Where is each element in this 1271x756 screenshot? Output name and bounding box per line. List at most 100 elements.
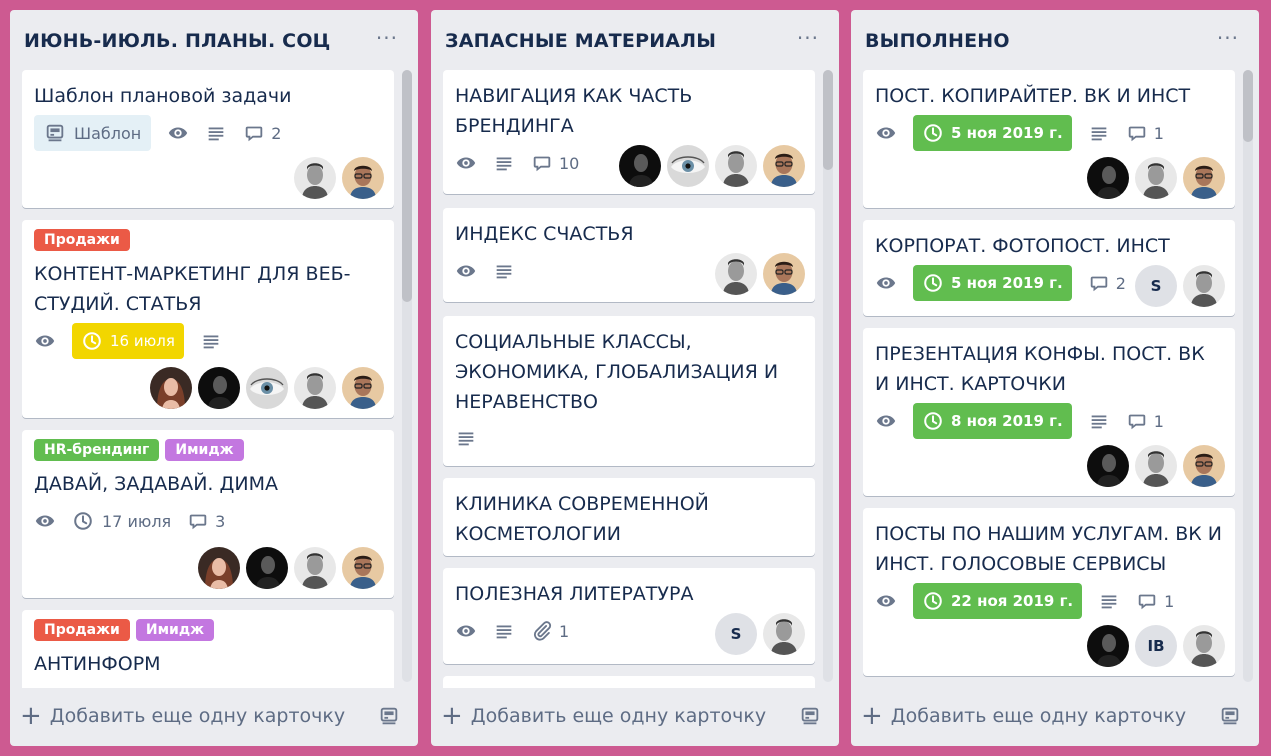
plus-icon: +	[861, 701, 883, 731]
avatar[interactable]	[198, 547, 240, 589]
more-icon[interactable]: ···	[1217, 28, 1239, 48]
card[interactable]: Продажи Имидж АНТИНФОРМ	[22, 610, 394, 688]
card[interactable]: ПОЛЕЗНАЯ ЛИТЕРАТУРА 1 S	[443, 568, 815, 664]
avatar[interactable]	[342, 157, 384, 199]
comments-badge: 2	[243, 122, 281, 144]
avatar[interactable]	[198, 367, 240, 409]
avatar[interactable]	[1135, 157, 1177, 199]
card[interactable]: ИНДЕКС СЧАСТЬЯ	[443, 208, 815, 302]
avatar[interactable]	[763, 145, 805, 187]
card-template-icon[interactable]	[1219, 705, 1241, 727]
template-badge: Шаблон	[34, 115, 152, 151]
plus-icon: +	[20, 701, 42, 731]
avatar[interactable]	[715, 253, 757, 295]
avatar[interactable]	[294, 157, 336, 199]
avatar[interactable]	[667, 145, 709, 187]
card[interactable]: ПОСТЫ ПО НАШИМ УСЛУГАМ. ВК И ИНСТ. ГОЛОС…	[863, 508, 1235, 676]
eye-icon	[875, 272, 897, 294]
avatar[interactable]	[1135, 445, 1177, 487]
list-plans: ИЮНЬ-ИЮЛЬ. ПЛАНЫ. СОЦ ··· Шаблон планово…	[10, 10, 418, 746]
comment-count: 1	[1153, 123, 1164, 143]
card[interactable]: КОРПОРАТ. ФОТОПОСТ. ИНСТ 5 ноя 2019 г. 2…	[863, 220, 1235, 316]
card-title: ПОСТ. КОПИРАЙТЕР. ВК И ИНСТ	[875, 85, 1191, 107]
card-members	[150, 367, 384, 409]
scrollbar-thumb[interactable]	[1243, 70, 1253, 142]
avatar[interactable]	[1183, 157, 1225, 199]
avatar[interactable]	[342, 367, 384, 409]
avatar[interactable]	[246, 547, 288, 589]
comments-badge: 10	[531, 152, 579, 174]
eye-icon	[167, 122, 189, 144]
avatar[interactable]	[294, 547, 336, 589]
description-icon	[493, 260, 515, 282]
list-title[interactable]: ЗАПАСНЫЕ МАТЕРИАЛЫ	[445, 30, 716, 52]
more-icon[interactable]: ···	[376, 28, 398, 48]
card[interactable]	[443, 676, 815, 688]
clock-icon	[922, 590, 944, 612]
card-badges: 22 ноя 2019 г. 1	[875, 583, 1190, 619]
add-card-button[interactable]: + Добавить еще одну карточку	[861, 698, 1186, 734]
avatar[interactable]	[715, 145, 757, 187]
avatar[interactable]	[1087, 157, 1129, 199]
avatar[interactable]	[763, 253, 805, 295]
due-date-badge[interactable]: 5 ноя 2019 г.	[913, 115, 1072, 151]
add-card-button[interactable]: + Добавить еще одну карточку	[20, 698, 345, 734]
card-title: АНТИНФОРМ	[34, 653, 161, 675]
card[interactable]: СОЦИАЛЬНЫЕ КЛАССЫ, ЭКОНОМИКА, ГЛОБАЛИЗАЦ…	[443, 316, 815, 466]
eye-icon	[455, 620, 477, 642]
description-icon	[1098, 590, 1120, 612]
card[interactable]: HR-брендинг Имидж ДАВАЙ, ЗАДАВАЙ. ДИМА 1…	[22, 430, 394, 598]
card-labels: Продажи	[34, 229, 130, 251]
avatar[interactable]	[763, 613, 805, 655]
card-title: Шаблон плановой задачи	[34, 85, 292, 107]
comment-count: 2	[1115, 273, 1126, 293]
comment-icon	[1126, 410, 1148, 432]
due-date-badge[interactable]: 8 ноя 2019 г.	[913, 403, 1072, 439]
list-title[interactable]: ИЮНЬ-ИЮЛЬ. ПЛАНЫ. СОЦ	[24, 30, 331, 52]
avatar[interactable]	[150, 367, 192, 409]
description-icon	[1088, 410, 1110, 432]
avatar-initials[interactable]: S	[1135, 265, 1177, 307]
card-template-icon[interactable]	[378, 705, 400, 727]
card-members	[619, 145, 805, 187]
card-badges: 8 ноя 2019 г. 1	[875, 403, 1180, 439]
card[interactable]: Шаблон плановой задачи Шаблон 2	[22, 70, 394, 208]
avatar[interactable]	[1087, 445, 1129, 487]
due-date-badge[interactable]: 5 ноя 2019 г.	[913, 265, 1072, 301]
avatar-initials[interactable]: S	[715, 613, 757, 655]
card[interactable]: ПОСТ. КОПИРАЙТЕР. ВК И ИНСТ 5 ноя 2019 г…	[863, 70, 1235, 208]
card[interactable]: НАВИГАЦИЯ КАК ЧАСТЬ БРЕНДИНГА 10	[443, 70, 815, 194]
list-title[interactable]: ВЫПОЛНЕНО	[865, 30, 1010, 52]
avatar[interactable]	[294, 367, 336, 409]
card-badges: 16 июля	[34, 323, 238, 359]
card[interactable]: КЛИНИКА СОВРЕМЕННОЙ КОСМЕТОЛОГИИ	[443, 478, 815, 556]
due-date: 16 июля	[110, 332, 175, 350]
avatar-initials[interactable]: IB	[1135, 625, 1177, 667]
card[interactable]: ПРЕЗЕНТАЦИЯ КОНФЫ. ПОСТ. ВК И ИНСТ. КАРТ…	[863, 328, 1235, 496]
avatar[interactable]	[1087, 625, 1129, 667]
card[interactable]: Продажи КОНТЕНТ-МАРКЕТИНГ ДЛЯ ВЕБ-СТУДИЙ…	[22, 220, 394, 418]
more-icon[interactable]: ···	[797, 28, 819, 48]
add-card-label: Добавить еще одну карточку	[49, 705, 346, 727]
avatar[interactable]	[1183, 265, 1225, 307]
scrollbar-thumb[interactable]	[402, 70, 412, 302]
avatar[interactable]	[246, 367, 288, 409]
comment-count: 1	[1153, 411, 1164, 431]
scrollbar[interactable]	[823, 70, 833, 682]
due-date-badge[interactable]: 17 июля	[72, 503, 171, 539]
card-title: ПОСТЫ ПО НАШИМ УСЛУГАМ. ВК И ИНСТ. ГОЛОС…	[875, 523, 1222, 575]
add-card-button[interactable]: + Добавить еще одну карточку	[441, 698, 766, 734]
card-template-icon[interactable]	[799, 705, 821, 727]
due-date-badge[interactable]: 16 июля	[72, 323, 184, 359]
avatar[interactable]	[619, 145, 661, 187]
scrollbar-thumb[interactable]	[823, 70, 833, 170]
due-date-badge[interactable]: 22 ноя 2019 г.	[913, 583, 1083, 619]
scrollbar[interactable]	[402, 70, 412, 682]
comment-icon	[187, 510, 209, 532]
scrollbar[interactable]	[1243, 70, 1253, 682]
card-badges: 1	[455, 613, 585, 649]
avatar[interactable]	[342, 547, 384, 589]
avatar[interactable]	[1183, 445, 1225, 487]
card-members	[1087, 157, 1225, 199]
avatar[interactable]	[1183, 625, 1225, 667]
